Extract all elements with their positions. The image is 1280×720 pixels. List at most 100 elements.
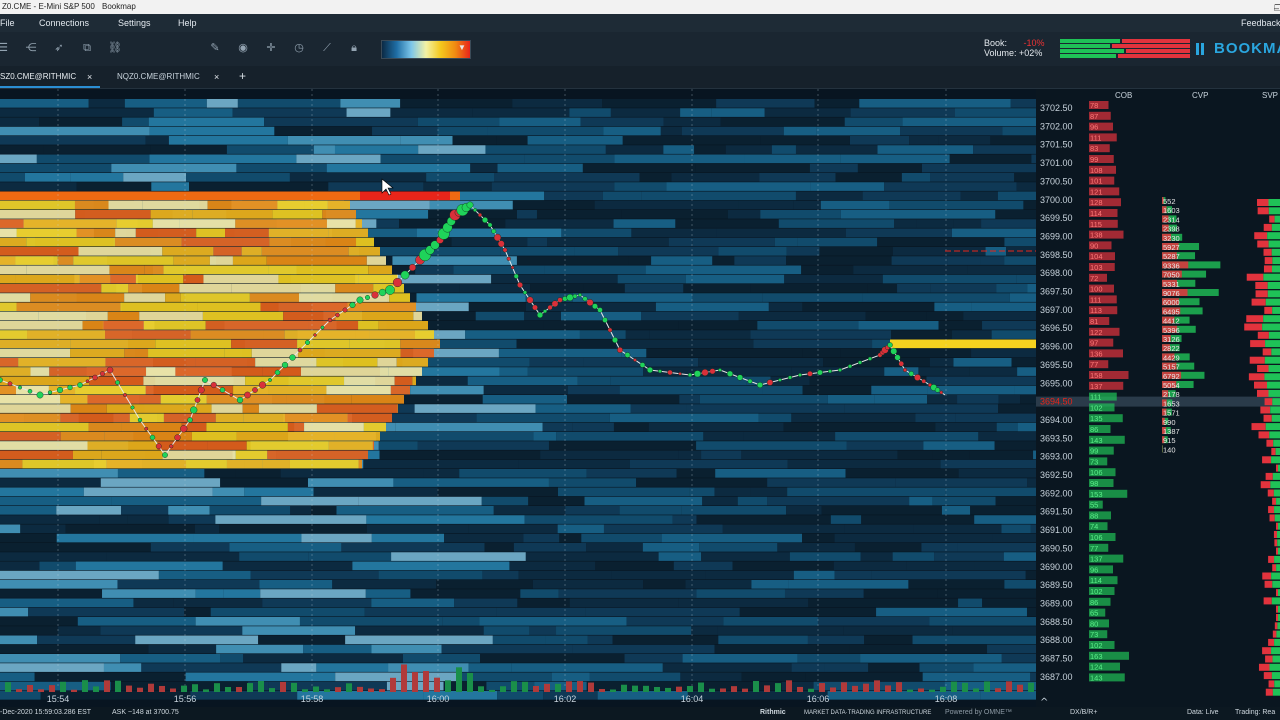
- menu-help[interactable]: Help: [178, 18, 197, 28]
- cvp-value: 915: [1163, 436, 1176, 445]
- liquidity-band: [567, 395, 680, 404]
- heatmap-chart[interactable]: 15:54 15:56 15:58 16:00 16:02 16:04 16:06 16:08…: [0, 89, 1280, 707]
- cob-value: 102: [1090, 587, 1103, 596]
- liquidity-band: [513, 543, 587, 552]
- liquidity-band: [524, 154, 615, 164]
- sell-trade-bubble: [252, 387, 258, 393]
- liquidity-band: [340, 99, 401, 108]
- large-order-band: [225, 228, 269, 238]
- svp-sell-bar: [1274, 539, 1278, 547]
- liquidity-band: [0, 506, 57, 515]
- liquidity-band: [974, 561, 1036, 571]
- heatmap-svg[interactable]: 15:54 15:56 15:58 16:00 16:02 16:04 16:06 16:08…: [0, 89, 1280, 707]
- pencil-icon[interactable]: ✎: [208, 41, 222, 55]
- indicator-icon[interactable]: ⟋: [320, 41, 334, 55]
- large-order-band: [15, 256, 58, 265]
- large-order-band: [0, 210, 76, 219]
- lock-icon[interactable]: 🔒︎: [347, 41, 361, 55]
- volume-bar: [973, 688, 979, 692]
- volume-bar: [16, 689, 22, 692]
- cvp-value: 1653: [1163, 399, 1180, 408]
- menu-connections[interactable]: Connections: [39, 18, 89, 28]
- large-order-band: [0, 330, 28, 339]
- svp-sell-bar: [1273, 531, 1277, 538]
- liquidity-band: [545, 635, 588, 645]
- tab-close-icon[interactable]: ×: [214, 72, 219, 82]
- liquidity-band: [624, 284, 684, 293]
- large-order-band: [191, 432, 237, 441]
- layers-icon[interactable]: ⧉: [80, 41, 94, 55]
- buy-trade-bubble: [847, 364, 853, 369]
- large-order-band: [202, 311, 284, 321]
- liquidity-band: [259, 580, 333, 589]
- record-icon[interactable]: ◉: [236, 41, 250, 55]
- cob-value: 81: [1090, 317, 1098, 326]
- liquidity-band: [34, 672, 186, 682]
- svp-sell-bar: [1257, 365, 1269, 372]
- menu-file[interactable]: File: [0, 18, 15, 28]
- timer-icon[interactable]: ◷: [292, 41, 306, 55]
- menu-icon[interactable]: ☰: [0, 41, 10, 55]
- sell-trade-bubble: [497, 240, 505, 248]
- liquidity-band: [923, 441, 995, 450]
- menu-settings[interactable]: Settings: [118, 18, 151, 28]
- svp-sell-bar: [1269, 514, 1275, 522]
- volume-bar: [555, 683, 561, 692]
- liquidity-band: [523, 533, 560, 543]
- liquidity-band: [741, 450, 898, 460]
- large-order-band: [145, 385, 233, 395]
- crosshair-icon[interactable]: ✛: [264, 41, 278, 55]
- liquidity-band: [867, 284, 898, 293]
- large-order-band: [186, 459, 227, 469]
- heatmap-dropdown-icon[interactable]: ▼: [458, 43, 466, 52]
- large-order-band: [0, 311, 39, 321]
- price-label: 3698.00: [1040, 268, 1073, 278]
- liquidity-band: [528, 496, 585, 506]
- tab-close-icon[interactable]: ×: [87, 72, 92, 82]
- liquidity-band: [442, 617, 480, 626]
- rocket-icon[interactable]: ➶: [52, 41, 66, 55]
- liquidity-band: [475, 311, 525, 321]
- liquidity-band: [145, 136, 169, 145]
- liquidity-band: [859, 99, 1011, 108]
- tab-sz0[interactable]: SZ0.CME@RITHMIC: [0, 72, 76, 81]
- scroll-up-icon[interactable]: ^: [1040, 697, 1048, 707]
- liquidity-band: [716, 99, 815, 108]
- liquidity-band: [497, 163, 583, 173]
- sell-trade-bubble: [477, 212, 483, 218]
- liquidity-band: [472, 108, 570, 117]
- svp-buy-bar: [1274, 638, 1280, 646]
- liquidity-band: [56, 533, 194, 543]
- link-icon[interactable]: ⛓: [108, 41, 122, 55]
- liquidity-band: [0, 552, 107, 561]
- liquidity-band: [958, 598, 983, 608]
- liquidity-band: [184, 607, 211, 617]
- sell-trade-bubble: [85, 379, 90, 384]
- large-order-band: [316, 404, 398, 413]
- add-tab-button[interactable]: +: [239, 69, 246, 83]
- liquidity-band: [496, 136, 528, 145]
- liquidity-band: [934, 302, 972, 312]
- large-order-band: [266, 256, 367, 265]
- liquidity-band: [858, 321, 939, 330]
- book-volume-stats: Book: -10% Volume: +02%: [984, 38, 1045, 58]
- liquidity-band: [660, 126, 682, 136]
- liquidity-band: [1017, 422, 1036, 432]
- price-label: 3695.00: [1040, 378, 1073, 388]
- liquidity-band: [1001, 524, 1031, 534]
- cob-value: 97: [1090, 339, 1098, 348]
- large-order-band: [190, 330, 285, 339]
- volume-bar: [390, 677, 396, 692]
- liquidity-band: [717, 626, 844, 635]
- restore-icon[interactable]: ❐: [1274, 3, 1280, 14]
- share-icon[interactable]: ⋲: [24, 41, 38, 55]
- liquidity-band: [220, 654, 244, 663]
- liquidity-band: [953, 358, 1012, 367]
- sell-trade-bubble: [392, 277, 403, 288]
- large-order-band: [0, 200, 75, 210]
- liquidity-band: [783, 422, 936, 432]
- liquidity-band: [391, 552, 526, 561]
- tab-nqz0[interactable]: NQZ0.CME@RITHMIC: [117, 72, 200, 81]
- liquidity-band: [909, 136, 939, 145]
- menu-feedback[interactable]: Feedback: [1241, 18, 1280, 28]
